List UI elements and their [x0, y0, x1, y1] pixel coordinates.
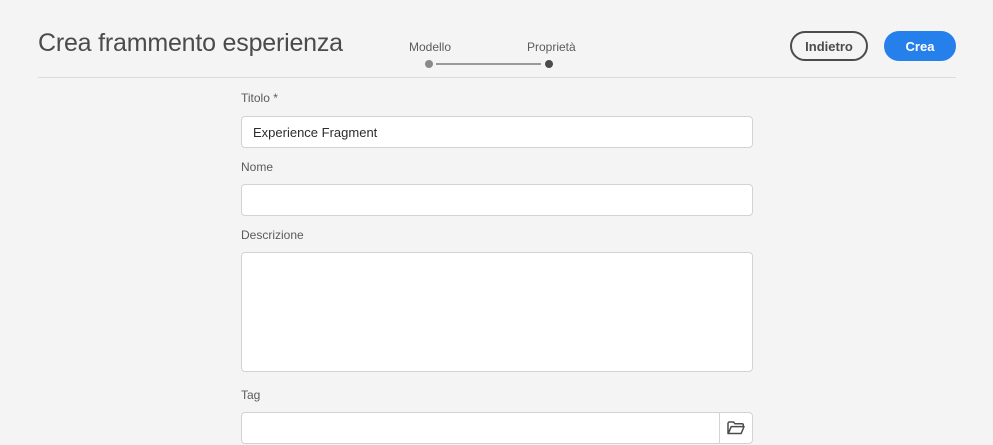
- create-experience-fragment-page: Crea frammento esperienza Modello Propri…: [0, 0, 993, 445]
- tag-field: [241, 412, 753, 444]
- tag-browse-button[interactable]: [719, 413, 752, 443]
- back-button[interactable]: Indietro: [790, 31, 868, 61]
- header-divider: [38, 77, 956, 78]
- create-button[interactable]: Crea: [884, 31, 956, 61]
- step-label-properties: Proprietà: [527, 40, 576, 54]
- name-input[interactable]: [241, 184, 753, 216]
- folder-icon: [727, 421, 745, 435]
- name-label: Nome: [241, 160, 274, 174]
- page-title: Crea frammento esperienza: [38, 29, 343, 57]
- step-dot-properties: [545, 60, 553, 68]
- title-label: Titolo *: [241, 91, 278, 105]
- step-label-template: Modello: [409, 40, 452, 54]
- step-dot-template[interactable]: [425, 60, 433, 68]
- tag-input[interactable]: [242, 413, 720, 443]
- tag-label: Tag: [241, 388, 261, 402]
- description-textarea[interactable]: [241, 252, 753, 372]
- title-input[interactable]: [241, 116, 753, 148]
- step-connector: [436, 63, 541, 65]
- description-label: Descrizione: [241, 228, 304, 242]
